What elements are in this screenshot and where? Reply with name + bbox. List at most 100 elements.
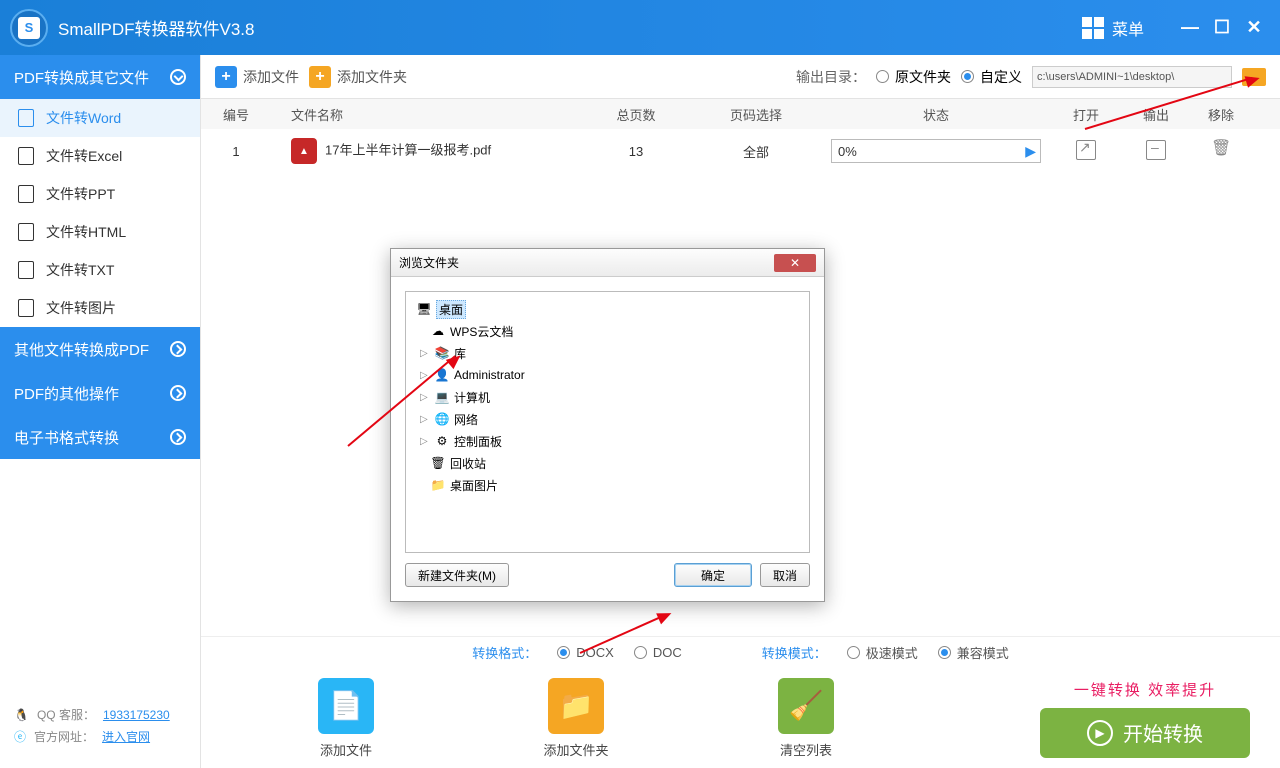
radio-source-folder[interactable]: 原文件夹 bbox=[876, 67, 951, 87]
computer-icon: 💻 bbox=[434, 390, 450, 404]
toolbar: +添加文件 +添加文件夹 输出目录： 原文件夹 自定义 bbox=[201, 55, 1280, 99]
sidebar-cat-pdf-to-other[interactable]: PDF转换成其它文件 bbox=[0, 55, 200, 99]
sidebar-item-image[interactable]: 文件转图片 bbox=[0, 289, 200, 327]
tree-item-control-panel[interactable]: ▷⚙控制面板 bbox=[410, 430, 805, 452]
tree-item-desktop[interactable]: 🖥桌面 bbox=[410, 298, 805, 320]
row-filename: ▲17年上半年计算一级报考.pdf bbox=[261, 138, 581, 164]
expand-icon[interactable]: ▷ bbox=[420, 436, 430, 447]
ppt-icon bbox=[18, 185, 34, 203]
recycle-icon: 🗑 bbox=[430, 456, 446, 470]
chevron-right-icon bbox=[170, 385, 186, 401]
excel-icon bbox=[18, 147, 34, 165]
new-folder-button[interactable]: 新建文件夹(M) bbox=[405, 563, 509, 587]
add-file-button[interactable]: +添加文件 bbox=[215, 66, 299, 88]
txt-icon bbox=[18, 261, 34, 279]
tree-item-admin[interactable]: ▷👤Administrator bbox=[410, 364, 805, 386]
action-row: 📄添加文件 📁添加文件夹 🧹清空列表 一键转换 效率提升 ▶开始转换 bbox=[201, 668, 1280, 768]
sidebar-footer: 🐧QQ 客服：1933175230 ⓔ官方网址：进入官网 bbox=[0, 689, 200, 768]
output-path-input[interactable] bbox=[1032, 66, 1232, 88]
maximize-button[interactable]: ☐ bbox=[1206, 12, 1238, 44]
library-icon: 📚 bbox=[434, 346, 450, 360]
control-panel-icon: ⚙ bbox=[434, 434, 450, 448]
desktop-icon: 🖥 bbox=[416, 302, 432, 316]
row-number: 1 bbox=[211, 144, 261, 159]
add-folder-button[interactable]: +添加文件夹 bbox=[309, 66, 407, 88]
browse-folder-button[interactable] bbox=[1242, 68, 1266, 86]
tree-item-wps[interactable]: ☁WPS云文档 bbox=[410, 320, 805, 342]
play-icon[interactable]: ▶ bbox=[1025, 143, 1036, 160]
dialog-titlebar: 浏览文件夹 ✕ bbox=[391, 249, 824, 277]
tree-item-library[interactable]: ▷📚库 bbox=[410, 342, 805, 364]
promo-text: 一键转换 效率提升 bbox=[1040, 679, 1250, 700]
sidebar-cat-pdf-ops[interactable]: PDF的其他操作 bbox=[0, 371, 200, 415]
cloud-icon: ☁ bbox=[430, 324, 446, 338]
row-status: 0%▶ bbox=[821, 139, 1051, 163]
close-button[interactable]: ✕ bbox=[1238, 12, 1270, 44]
action-add-folder[interactable]: 📁添加文件夹 bbox=[461, 678, 691, 759]
site-link[interactable]: 进入官网 bbox=[102, 728, 150, 745]
output-button[interactable] bbox=[1146, 140, 1166, 160]
tree-item-recycle[interactable]: 🗑回收站 bbox=[410, 452, 805, 474]
plus-icon: + bbox=[215, 66, 237, 88]
row-pages: 13 bbox=[581, 144, 691, 159]
radio-doc[interactable]: DOC bbox=[634, 645, 682, 660]
sidebar-item-txt[interactable]: 文件转TXT bbox=[0, 251, 200, 289]
sidebar-cat-other-to-pdf[interactable]: 其他文件转换成PDF bbox=[0, 327, 200, 371]
cancel-button[interactable]: 取消 bbox=[760, 563, 810, 587]
chevron-down-icon bbox=[170, 69, 186, 85]
menu-grid-icon[interactable] bbox=[1082, 17, 1104, 39]
sidebar-item-ppt[interactable]: 文件转PPT bbox=[0, 175, 200, 213]
radio-docx[interactable]: DOCX bbox=[557, 645, 614, 660]
table-header: 编号 文件名称 总页数 页码选择 状态 打开 输出 移除 bbox=[201, 99, 1280, 129]
expand-icon[interactable]: ▷ bbox=[420, 414, 430, 425]
sidebar: PDF转换成其它文件 文件转Word 文件转Excel 文件转PPT 文件转HT… bbox=[0, 55, 200, 768]
output-label: 输出目录： bbox=[796, 67, 866, 87]
clear-icon: 🧹 bbox=[778, 678, 834, 734]
sidebar-item-excel[interactable]: 文件转Excel bbox=[0, 137, 200, 175]
table-row: 1 ▲17年上半年计算一级报考.pdf 13 全部 0%▶ bbox=[201, 129, 1280, 173]
sidebar-cat-ebook[interactable]: 电子书格式转换 bbox=[0, 415, 200, 459]
dialog-title: 浏览文件夹 bbox=[399, 254, 459, 271]
tree-item-desktop-pics[interactable]: 📁桌面图片 bbox=[410, 474, 805, 496]
sidebar-item-html[interactable]: 文件转HTML bbox=[0, 213, 200, 251]
folder-tree[interactable]: 🖥桌面 ☁WPS云文档 ▷📚库 ▷👤Administrator ▷💻计算机 ▷🌐… bbox=[405, 291, 810, 553]
dialog-close-button[interactable]: ✕ bbox=[774, 254, 816, 272]
chevron-right-icon bbox=[170, 341, 186, 357]
app-logo: S bbox=[10, 9, 48, 47]
expand-icon[interactable]: ▷ bbox=[420, 392, 430, 403]
expand-icon[interactable]: ▷ bbox=[420, 370, 430, 381]
menu-button[interactable]: 菜单 bbox=[1112, 16, 1144, 40]
sidebar-cat-label: PDF转换成其它文件 bbox=[14, 67, 149, 88]
network-icon: 🌐 bbox=[434, 412, 450, 426]
ok-button[interactable]: 确定 bbox=[674, 563, 752, 587]
conversion-options: 转换格式： DOCX DOC 转换模式： 极速模式 兼容模式 bbox=[201, 636, 1280, 668]
qq-link[interactable]: 1933175230 bbox=[103, 708, 170, 722]
play-icon: ▶ bbox=[1087, 720, 1113, 746]
sidebar-item-word[interactable]: 文件转Word bbox=[0, 99, 200, 137]
row-page-select[interactable]: 全部 bbox=[691, 142, 821, 161]
start-convert-button[interactable]: ▶开始转换 bbox=[1040, 708, 1250, 758]
radio-compat-mode[interactable]: 兼容模式 bbox=[938, 643, 1009, 662]
app-title: SmallPDF转换器软件V3.8 bbox=[58, 15, 254, 40]
word-icon bbox=[18, 109, 34, 127]
open-button[interactable] bbox=[1076, 140, 1096, 160]
plus-icon: + bbox=[309, 66, 331, 88]
expand-icon[interactable]: ▷ bbox=[420, 348, 430, 359]
qq-icon: 🐧 bbox=[14, 708, 29, 722]
radio-custom-folder[interactable]: 自定义 bbox=[961, 67, 1022, 87]
browse-folder-dialog: 浏览文件夹 ✕ 🖥桌面 ☁WPS云文档 ▷📚库 ▷👤Administrator … bbox=[390, 248, 825, 602]
remove-button[interactable] bbox=[1211, 140, 1231, 160]
tree-item-computer[interactable]: ▷💻计算机 bbox=[410, 386, 805, 408]
html-icon bbox=[18, 223, 34, 241]
folder-icon: 📁 bbox=[430, 478, 446, 492]
progress-bar[interactable]: 0%▶ bbox=[831, 139, 1041, 163]
add-file-icon: 📄 bbox=[318, 678, 374, 734]
action-add-file[interactable]: 📄添加文件 bbox=[231, 678, 461, 759]
radio-fast-mode[interactable]: 极速模式 bbox=[847, 643, 918, 662]
add-folder-icon: 📁 bbox=[548, 678, 604, 734]
action-clear-list[interactable]: 🧹清空列表 bbox=[691, 678, 921, 759]
minimize-button[interactable]: — bbox=[1174, 12, 1206, 44]
ie-icon: ⓔ bbox=[14, 728, 26, 745]
pdf-icon: ▲ bbox=[291, 138, 317, 164]
tree-item-network[interactable]: ▷🌐网络 bbox=[410, 408, 805, 430]
